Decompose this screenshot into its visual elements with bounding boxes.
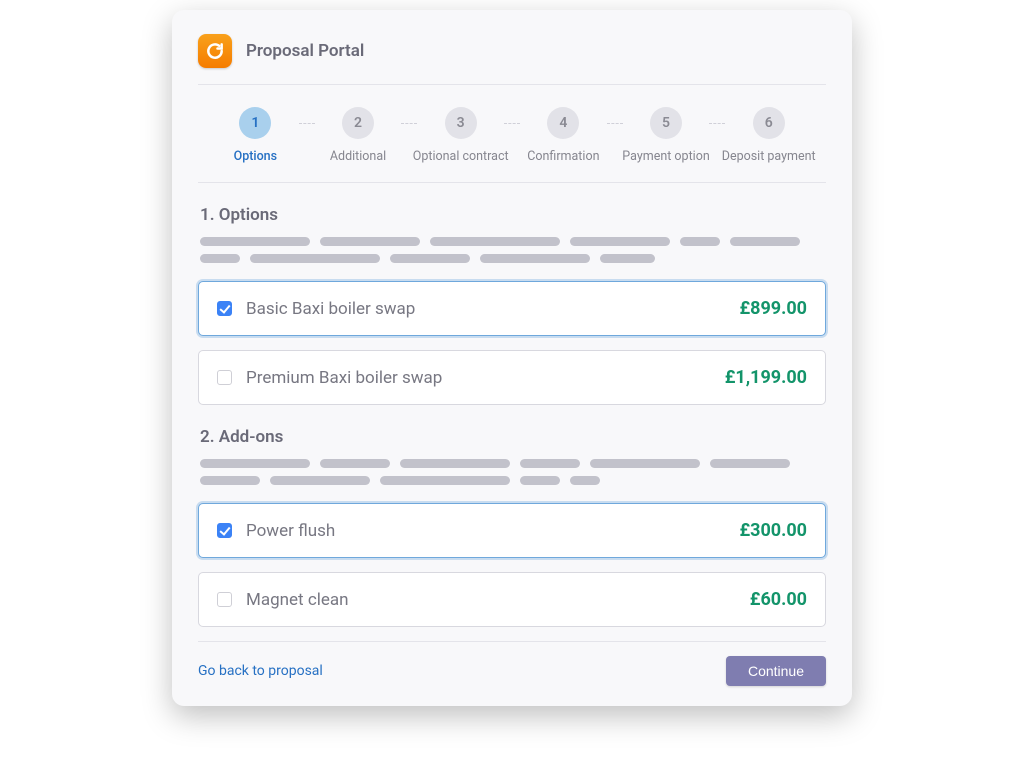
step-deposit-payment[interactable]: 6 Deposit payment: [717, 107, 820, 164]
footer: Go back to proposal Continue: [198, 641, 826, 686]
step-number: 3: [445, 107, 477, 139]
step-confirmation[interactable]: 4 Confirmation: [512, 107, 615, 164]
checkbox-icon[interactable]: [217, 523, 232, 538]
step-optional-contract[interactable]: 3 Optional contract: [409, 107, 512, 164]
option-price: £1,199.00: [725, 367, 807, 388]
step-label: Optional contract: [413, 149, 509, 164]
step-payment-option[interactable]: 5 Payment option: [615, 107, 718, 164]
checkbox-icon[interactable]: [217, 592, 232, 607]
step-number: 2: [342, 107, 374, 139]
continue-button[interactable]: Continue: [726, 656, 826, 686]
step-additional[interactable]: 2 Additional: [307, 107, 410, 164]
addon-power-flush[interactable]: Power flush £300.00: [198, 503, 826, 558]
go-back-link[interactable]: Go back to proposal: [198, 663, 323, 679]
option-price: £300.00: [739, 520, 807, 541]
step-number: 6: [753, 107, 785, 139]
page-title: Proposal Portal: [246, 41, 364, 61]
step-options[interactable]: 1 Options: [204, 107, 307, 164]
step-label: Options: [234, 149, 277, 164]
app-logo-icon: [198, 34, 232, 68]
header: Proposal Portal: [198, 34, 826, 85]
placeholder-text: [200, 237, 824, 263]
option-price: £60.00: [750, 589, 807, 610]
option-label: Magnet clean: [246, 590, 750, 610]
step-label: Additional: [330, 149, 386, 164]
option-basic-baxi-boiler-swap[interactable]: Basic Baxi boiler swap £899.00: [198, 281, 826, 336]
step-label: Payment option: [622, 149, 709, 164]
option-label: Premium Baxi boiler swap: [246, 368, 725, 388]
addon-magnet-clean[interactable]: Magnet clean £60.00: [198, 572, 826, 627]
step-label: Confirmation: [527, 149, 599, 164]
option-price: £899.00: [739, 298, 807, 319]
step-number: 1: [239, 107, 271, 139]
step-label: Deposit payment: [722, 149, 816, 164]
checkbox-icon[interactable]: [217, 301, 232, 316]
checkbox-icon[interactable]: [217, 370, 232, 385]
placeholder-text: [200, 459, 824, 485]
proposal-portal-card: Proposal Portal 1 Options 2 Additional 3…: [172, 10, 852, 706]
section-title-options: 1. Options: [200, 205, 824, 225]
step-number: 5: [650, 107, 682, 139]
option-premium-baxi-boiler-swap[interactable]: Premium Baxi boiler swap £1,199.00: [198, 350, 826, 405]
stepper: 1 Options 2 Additional 3 Optional contra…: [198, 85, 826, 183]
option-label: Basic Baxi boiler swap: [246, 299, 739, 319]
option-label: Power flush: [246, 521, 739, 541]
section-title-addons: 2. Add-ons: [200, 427, 824, 447]
step-number: 4: [547, 107, 579, 139]
